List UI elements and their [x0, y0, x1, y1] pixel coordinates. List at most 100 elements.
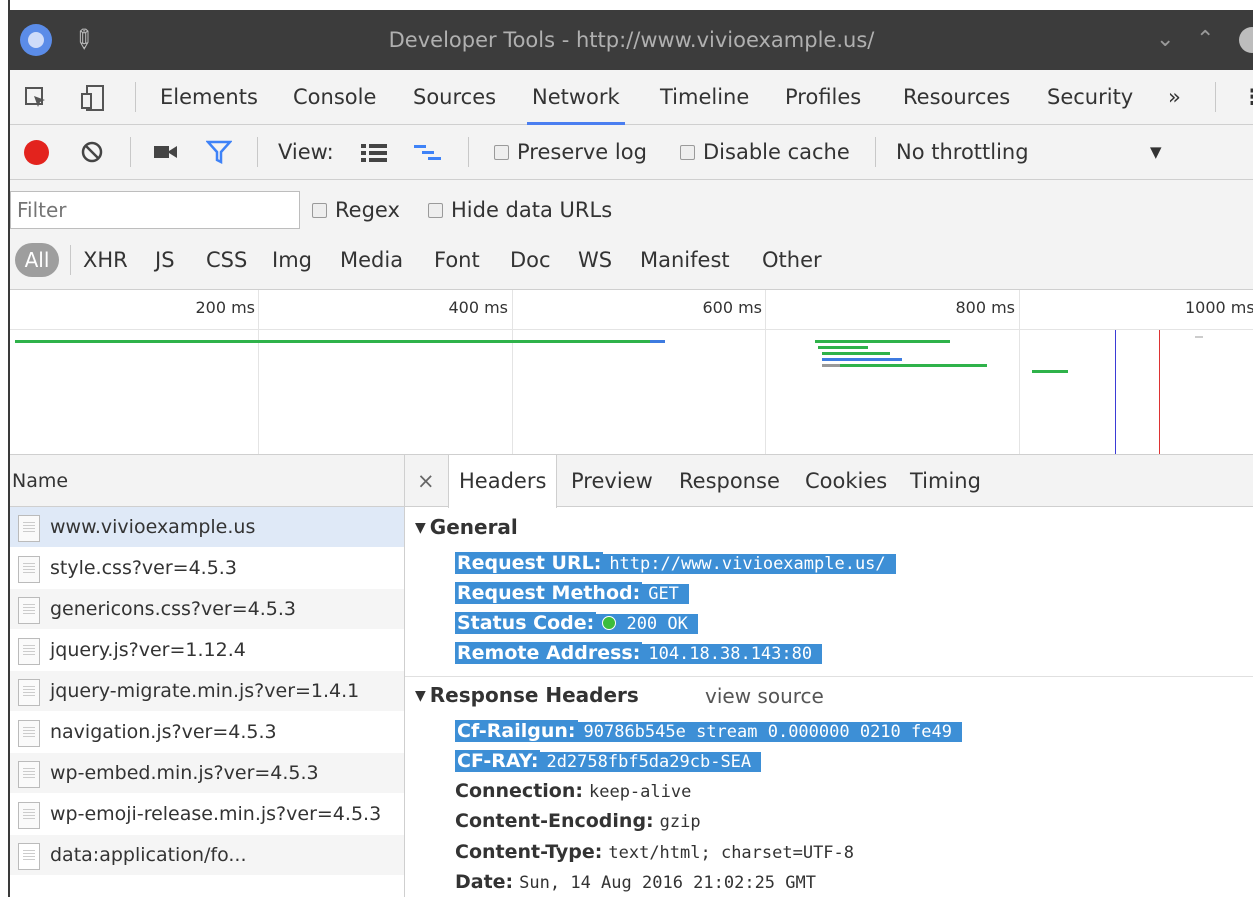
overview-bar [818, 346, 868, 349]
more-options-icon[interactable]: ⋮ [1242, 70, 1253, 125]
general-section-toggle[interactable]: ▼ General [415, 515, 518, 539]
header-row[interactable]: Request URL: http://www.vivioexample.us/ [455, 549, 896, 577]
name-column-header[interactable]: Name [10, 455, 404, 507]
disable-cache-checkbox[interactable]: Disable cache [680, 125, 850, 180]
more-tabs-button[interactable]: » [1168, 70, 1181, 125]
load-event-line [1159, 330, 1160, 454]
filter-type-xhr[interactable]: XHR [83, 240, 128, 280]
overview-tick-label: 400 ms [448, 298, 508, 317]
overview-bar [650, 340, 665, 343]
header-row[interactable]: Content-Encoding: gzip [455, 807, 701, 835]
filter-bar: Regex Hide data URLs All XHR JS CSS Img … [10, 180, 1253, 290]
device-mode-icon[interactable] [80, 84, 106, 112]
overview-bar [1195, 336, 1203, 338]
header-row[interactable]: Connection: keep-alive [455, 777, 691, 805]
checkbox-icon [494, 145, 509, 160]
header-row[interactable]: Cf-Railgun: 90786b545e stream 0.000000 02… [455, 717, 962, 745]
maximize-button[interactable]: ⌃ [1196, 28, 1214, 52]
panel-toolbar: Elements Console Sources Network Timelin… [10, 70, 1253, 125]
header-row[interactable]: CF-RAY: 2d2758fbf5da29cb-SEA [455, 747, 762, 775]
preserve-log-checkbox[interactable]: Preserve log [494, 125, 647, 180]
request-row[interactable]: navigation.js?ver=4.5.3 [10, 712, 404, 753]
request-details: × Headers Preview Response Cookies Timin… [405, 455, 1253, 897]
filter-type-js[interactable]: JS [155, 240, 175, 280]
tab-response[interactable]: Response [679, 455, 780, 507]
filter-type-media[interactable]: Media [340, 240, 403, 280]
dom-content-loaded-line [1115, 330, 1116, 454]
overview-bar [1032, 370, 1068, 373]
document-icon [18, 515, 40, 542]
checkbox-icon [428, 203, 443, 218]
screenshot-camera-icon[interactable] [153, 143, 179, 161]
filter-type-doc[interactable]: Doc [510, 240, 551, 280]
large-rows-icon[interactable] [361, 144, 387, 162]
request-list: Name www.vivioexample.us style.css?ver=4… [10, 455, 405, 897]
hide-data-urls-checkbox[interactable]: Hide data URLs [428, 190, 612, 230]
overview-bar [825, 364, 987, 367]
tab-cookies[interactable]: Cookies [805, 455, 887, 507]
tab-headers[interactable]: Headers [448, 455, 558, 508]
network-overview[interactable]: 200 ms 400 ms 600 ms 800 ms 1000 ms [10, 290, 1253, 455]
minimize-button[interactable]: ⌄ [1156, 28, 1174, 52]
tab-timing[interactable]: Timing [910, 455, 981, 507]
overview-bar [822, 364, 840, 367]
document-icon [18, 802, 40, 829]
document-icon [18, 679, 40, 706]
document-icon [18, 720, 40, 747]
throttling-select[interactable]: No throttling [896, 125, 1029, 180]
overview-tick-label: 1000 ms [1185, 298, 1253, 317]
tab-profiles[interactable]: Profiles [785, 70, 861, 125]
tab-preview[interactable]: Preview [571, 455, 653, 507]
tab-timeline[interactable]: Timeline [660, 70, 749, 125]
window-frame-edge [0, 0, 10, 897]
request-row[interactable]: jquery.js?ver=1.12.4 [10, 630, 404, 671]
regex-checkbox[interactable]: Regex [312, 190, 400, 230]
tab-elements[interactable]: Elements [160, 70, 258, 125]
overview-tick-label: 800 ms [955, 298, 1015, 317]
filter-type-font[interactable]: Font [434, 240, 480, 280]
view-source-link[interactable]: view source [705, 684, 824, 708]
clear-icon[interactable] [80, 140, 104, 164]
close-details-button[interactable]: × [417, 455, 435, 507]
request-row[interactable]: www.vivioexample.us [10, 507, 404, 548]
record-button[interactable] [24, 140, 49, 165]
filter-icon[interactable] [206, 140, 232, 164]
tab-resources[interactable]: Resources [903, 70, 1010, 125]
filter-type-css[interactable]: CSS [206, 240, 247, 280]
response-headers-section-toggle[interactable]: ▼ Response Headers [415, 683, 639, 707]
header-row[interactable]: Content-Type: text/html; charset=UTF-8 [455, 838, 854, 866]
request-row[interactable]: style.css?ver=4.5.3 [10, 548, 404, 589]
title-bar: ✎ Developer Tools - http://www.vivioexam… [10, 10, 1253, 70]
filter-type-ws[interactable]: WS [578, 240, 612, 280]
filter-type-all[interactable]: All [15, 243, 59, 277]
dropdown-arrow-icon[interactable]: ▼ [1150, 125, 1162, 180]
header-row[interactable]: Status Code: 200 OK [455, 609, 698, 637]
collapse-triangle-icon: ▼ [415, 688, 426, 704]
header-row[interactable]: Remote Address: 104.18.38.143:80 [455, 639, 823, 667]
tab-console[interactable]: Console [293, 70, 376, 125]
request-row[interactable]: genericons.css?ver=4.5.3 [10, 589, 404, 630]
status-ok-icon [602, 616, 617, 630]
overview-bar [822, 358, 902, 361]
request-row[interactable]: jquery-migrate.min.js?ver=1.4.1 [10, 671, 404, 712]
filter-type-img[interactable]: Img [272, 240, 312, 280]
tab-sources[interactable]: Sources [413, 70, 496, 125]
request-row[interactable]: data:application/fo... [10, 835, 404, 876]
overview-waterfall-icon[interactable] [414, 145, 442, 161]
checkbox-icon [312, 203, 327, 218]
request-row[interactable]: wp-embed.min.js?ver=4.5.3 [10, 753, 404, 794]
document-icon [18, 597, 40, 624]
tab-security[interactable]: Security [1047, 70, 1133, 125]
blank-file-icon [18, 843, 40, 870]
header-row[interactable]: Date: Sun, 14 Aug 2016 21:02:25 GMT [455, 868, 816, 896]
tab-network[interactable]: Network [527, 70, 625, 125]
overview-bar [15, 340, 665, 343]
network-toolbar: View: Preserve log Disable cache No thro… [10, 125, 1253, 180]
inspect-element-icon[interactable] [24, 86, 48, 110]
filter-input[interactable] [10, 191, 300, 229]
header-row[interactable]: Request Method: GET [455, 579, 689, 607]
overview-tick-label: 200 ms [195, 298, 255, 317]
filter-type-other[interactable]: Other [762, 240, 822, 280]
filter-type-manifest[interactable]: Manifest [640, 240, 730, 280]
request-row[interactable]: wp-emoji-release.min.js?ver=4.5.3 [10, 794, 404, 835]
